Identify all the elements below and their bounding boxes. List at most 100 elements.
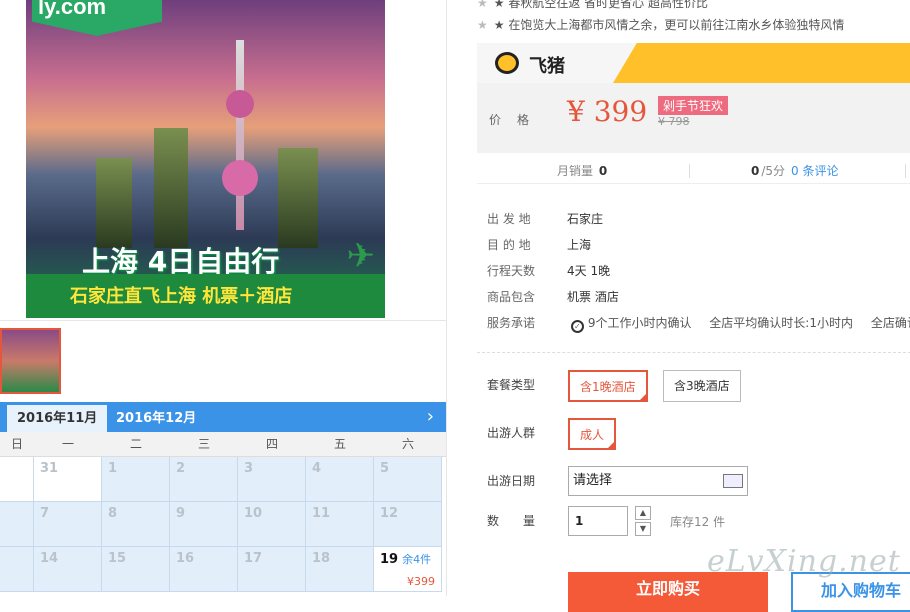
info-row: 商品包含 机票 酒店: [487, 288, 619, 305]
weekday: 六: [401, 437, 414, 451]
weekday: 二: [129, 437, 142, 451]
fliggy-logo-icon: [495, 52, 519, 74]
package-option-selected[interactable]: 含1晚酒店: [568, 370, 648, 402]
calendar-day: 14: [34, 547, 102, 592]
price-box: 价格 ¥ 399 剁手节狂欢 ¥ 798: [477, 83, 910, 153]
calendar-day: [0, 502, 34, 547]
rating-value: 0: [751, 164, 760, 178]
info-value: 石家庄: [567, 212, 604, 226]
calendar-icon[interactable]: [723, 474, 743, 488]
product-gallery: ly.com 上海 4日自由行 ✈ 石家庄直飞上海 机票＋酒店 2016年11月…: [0, 0, 446, 596]
info-value: 4天 1晚: [567, 264, 611, 278]
info-row: 目 的 地 上海: [487, 236, 591, 253]
next-month-icon[interactable]: ›: [427, 406, 434, 427]
calendar-day: 12: [374, 502, 442, 547]
building: [278, 148, 318, 248]
airplane-icon: ✈: [346, 236, 376, 276]
calendar-day: 8: [102, 502, 170, 547]
original-price: ¥ 798: [658, 115, 690, 128]
building: [96, 158, 132, 248]
calendar-day: 2: [170, 457, 238, 502]
month-tab-active[interactable]: 2016年11月: [7, 405, 108, 432]
calendar-day: 9: [170, 502, 238, 547]
star-icon: ★: [477, 18, 488, 32]
currency: ¥: [567, 95, 585, 128]
weekday-row: 日 一 二 三 四 五 六: [0, 432, 446, 457]
price-value: ¥ 399: [567, 95, 647, 128]
group-label: 出游人群: [487, 426, 536, 440]
calendar-day: [0, 457, 34, 502]
date-input[interactable]: 请选择: [568, 466, 748, 496]
price-label: 价格: [489, 113, 546, 127]
info-key: 行程天数: [487, 264, 536, 278]
gallery-thumbnail[interactable]: [0, 328, 61, 394]
product-poster: ly.com 上海 4日自由行 ✈ 石家庄直飞上海 机票＋酒店: [26, 0, 385, 318]
promise-item: 9个工作小时内确认: [587, 316, 692, 330]
quantity-input[interactable]: 1: [568, 506, 628, 536]
group-option-selected[interactable]: 成人: [568, 418, 617, 450]
calendar-day-available[interactable]: 19 余4件 ¥399: [374, 547, 442, 592]
brand-name: 飞猪: [529, 56, 565, 77]
weekday: 五: [333, 437, 346, 451]
calendar-day: 10: [238, 502, 306, 547]
calendar-day: 1: [102, 457, 170, 502]
info-value: 上海: [567, 238, 592, 252]
date-label: 出游日期: [487, 474, 536, 488]
reviews-link[interactable]: 0 条评论: [791, 164, 838, 178]
feature-text: ★ 在饱览大上海都市风情之余，更可以前往江南水乡体验独特风情: [493, 18, 845, 32]
calendar-day: 31: [34, 457, 102, 502]
tower-sphere: [222, 160, 258, 196]
day-stock: 余4件: [402, 553, 432, 566]
sales-label: 月销量: [557, 164, 594, 178]
calendar-day: 16: [170, 547, 238, 592]
info-key: 商品包含: [487, 290, 536, 304]
calendar-day: 3: [238, 457, 306, 502]
info-row: 行程天数 4天 1晚: [487, 262, 610, 279]
info-key: 出 发 地: [487, 212, 531, 226]
weekday: 一: [61, 437, 74, 451]
increment-icon[interactable]: ▲: [635, 506, 651, 520]
calendar-day: [0, 547, 34, 592]
price-amount: 399: [593, 95, 648, 128]
star-icon: ★: [477, 0, 488, 10]
month-tab-next[interactable]: 2016年12月: [106, 405, 206, 432]
promo-badge: 剁手节狂欢: [658, 96, 729, 115]
service-promise: 服务承诺 ✓9个工作小时内确认 全店平均确认时长:1小时内 全店确认速: [487, 314, 910, 333]
calendar-header: 2016年11月 2016年12月 ›: [0, 402, 446, 432]
check-circle-icon: ✓: [570, 320, 584, 333]
calendar-day: 15: [102, 547, 170, 592]
date-calendar: 2016年11月 2016年12月 › 日 一 二 三 四 五 六 31 1 2…: [0, 402, 446, 596]
calendar-day: 17: [238, 547, 306, 592]
info-row: 出 发 地 石家庄: [487, 210, 603, 227]
info-key: 服务承诺: [487, 316, 536, 330]
decrement-icon[interactable]: ▼: [635, 522, 651, 536]
calendar-day: 5: [374, 457, 442, 502]
divider: [0, 320, 446, 321]
quantity-label: 数 量: [487, 514, 536, 528]
weekday: 日: [10, 437, 23, 451]
feature-text: ★ 春秋航空往返 省时更省心 超高性价比: [493, 0, 708, 10]
info-value: 机票 酒店: [567, 290, 619, 304]
stock-count: 库存12 件: [670, 515, 726, 529]
package-label: 套餐类型: [487, 378, 536, 392]
poster-subtitle: 石家庄直飞上海 机票＋酒店: [70, 286, 293, 307]
sales-stats: 月销量 0 0/5分 0 条评论: [477, 158, 910, 184]
calendar-day: 4: [306, 457, 374, 502]
promise-item: 全店平均确认时长:1小时内: [709, 316, 853, 330]
info-key: 目 的 地: [487, 238, 531, 252]
rating: 0/5分 0 条评论: [749, 158, 839, 184]
day-price: ¥399: [407, 575, 435, 588]
product-detail: ★ ★ 春秋航空往返 省时更省心 超高性价比 ★ ★ 在饱览大上海都市风情之余，更可…: [446, 0, 910, 612]
watermark: eLvXing.net: [707, 544, 901, 579]
promise-item: 全店确认速: [870, 316, 910, 330]
feature-line: ★ ★ 春秋航空往返 省时更省心 超高性价比: [477, 0, 708, 11]
weekday: 三: [197, 437, 210, 451]
sales-value: 0: [598, 164, 608, 178]
pearl-tower: [236, 40, 244, 230]
building: [154, 128, 188, 248]
tower-sphere: [226, 90, 254, 118]
stat-separator: [905, 164, 906, 178]
fliggy-banner: 飞猪: [477, 43, 910, 83]
calendar-week: 31 1 2 3 4 5: [0, 457, 446, 502]
package-option[interactable]: 含3晚酒店: [663, 370, 741, 402]
